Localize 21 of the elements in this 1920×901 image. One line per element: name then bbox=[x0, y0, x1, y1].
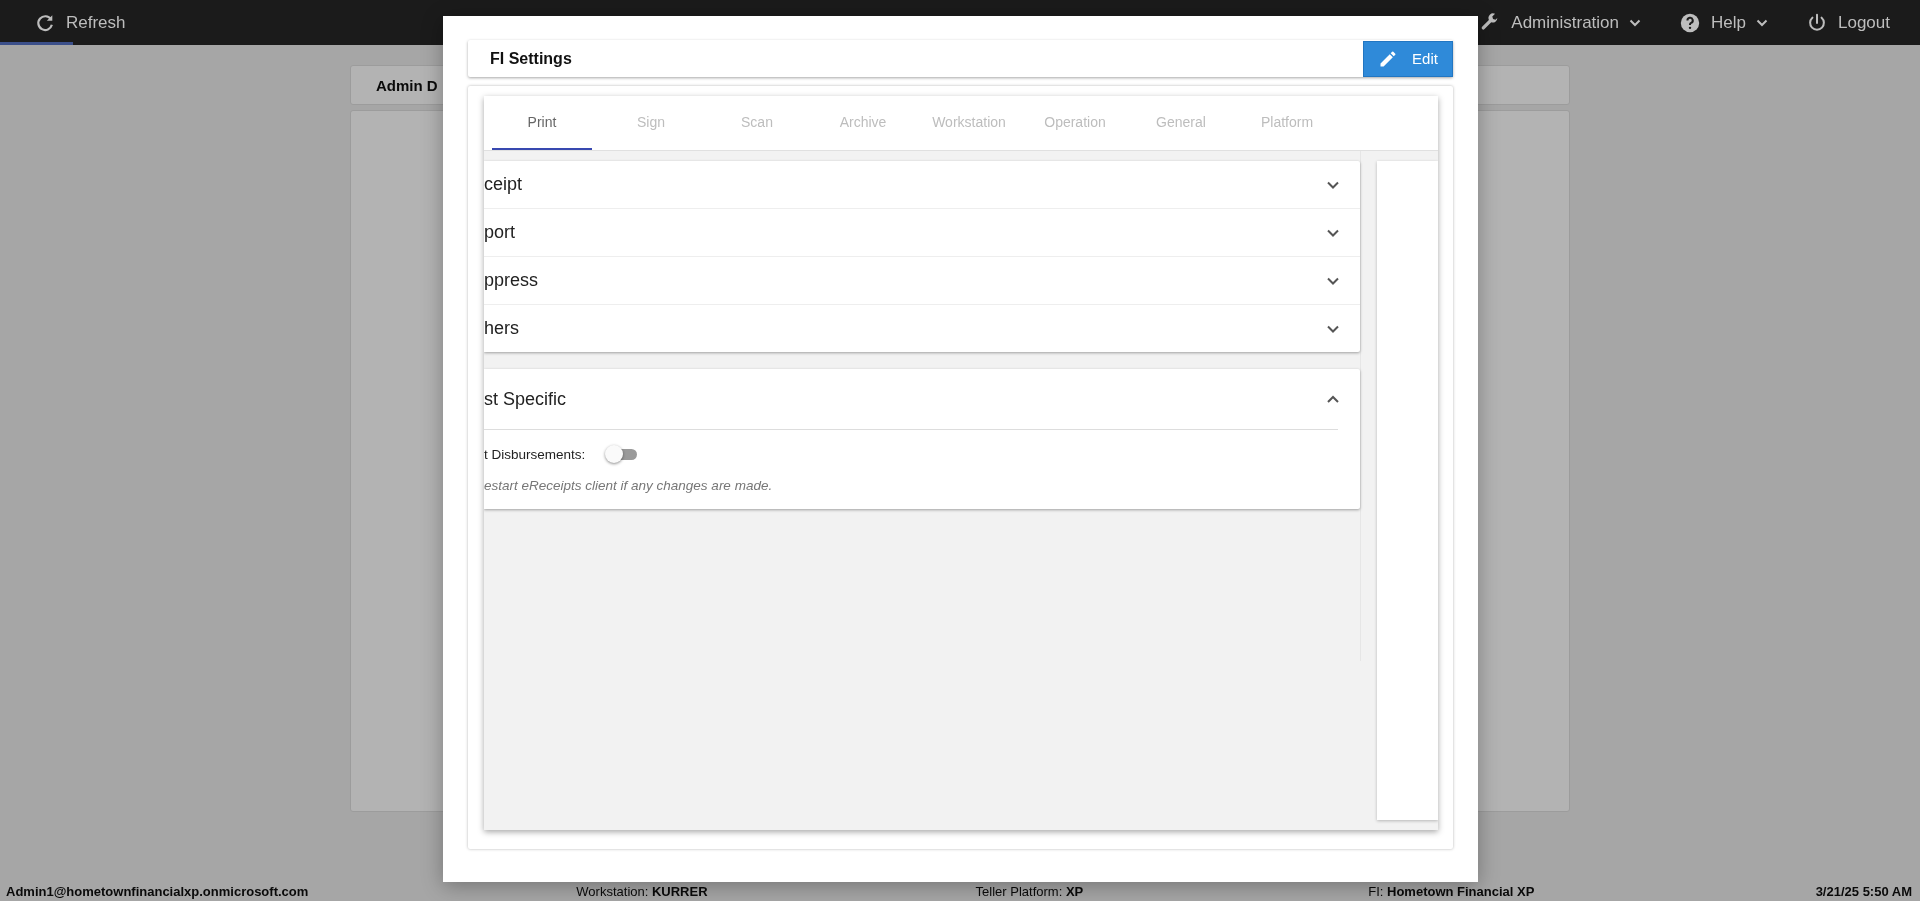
refresh-button[interactable]: Refresh bbox=[34, 0, 126, 45]
fi-label: FI: Hometown Financial XP bbox=[1368, 884, 1535, 899]
edit-button[interactable]: Edit bbox=[1363, 40, 1453, 77]
platform-label: Teller Platform: XP bbox=[975, 884, 1084, 899]
setting-label: t Disbursements: bbox=[484, 446, 586, 462]
date-time: 3/21/25 5:50 AM bbox=[1815, 884, 1912, 899]
user-email: Admin1@hometownfinancialxp.onmicrosoft.com bbox=[6, 884, 309, 899]
accordion-header[interactable]: st Specific bbox=[484, 369, 1338, 430]
workstation-label: Workstation: KURRER bbox=[576, 884, 708, 899]
help-icon bbox=[1679, 11, 1702, 34]
dialog-title: FI Settings bbox=[490, 49, 572, 68]
menu-button[interactable]: Help bbox=[1679, 11, 1768, 34]
card-title: Admin D bbox=[376, 76, 438, 94]
accordion-header[interactable]: ceipt bbox=[484, 161, 1360, 209]
accordion-header[interactable]: hers bbox=[484, 305, 1360, 352]
note-text: estart eReceipts client if any changes are made. bbox=[484, 478, 774, 493]
power-icon bbox=[1806, 11, 1828, 34]
menu-button[interactable]: Administration bbox=[1479, 11, 1642, 34]
menu-button[interactable]: Logout bbox=[1806, 11, 1890, 34]
accordion-header[interactable]: ppress bbox=[484, 257, 1360, 305]
accordion-header[interactable]: port bbox=[484, 209, 1360, 257]
